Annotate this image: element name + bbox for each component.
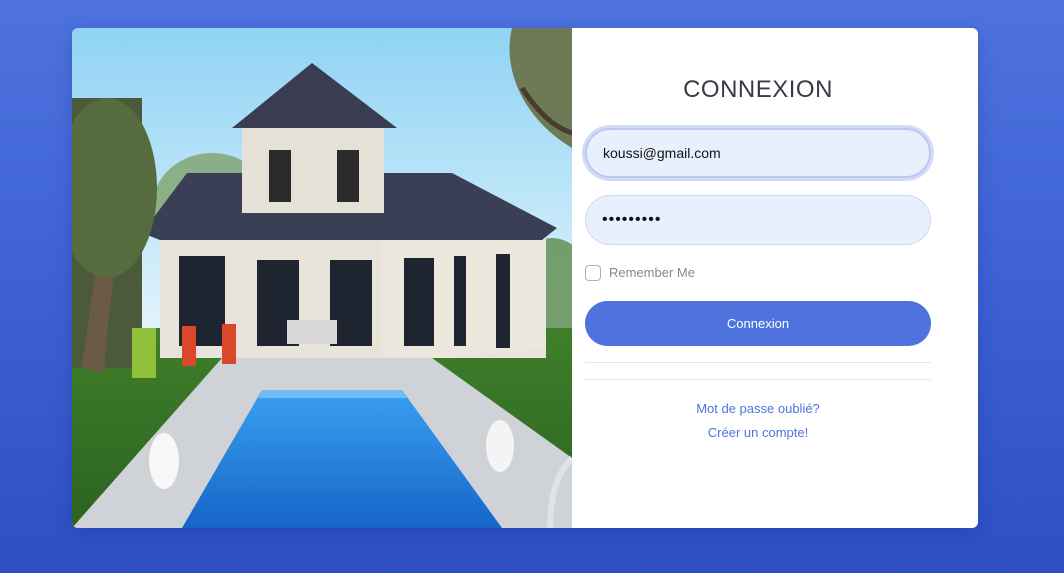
password-field[interactable]: ••••••••• <box>585 195 931 245</box>
login-button[interactable]: Connexion <box>585 301 931 346</box>
page-title: CONNEXION <box>683 76 833 103</box>
divider <box>585 362 931 363</box>
remember-me[interactable]: Remember Me <box>585 264 695 281</box>
house-pool-image <box>72 28 572 528</box>
create-account-link[interactable]: Créer un compte! <box>585 425 931 440</box>
remember-me-checkbox[interactable] <box>585 264 601 281</box>
forgot-password-link[interactable]: Mot de passe oublié? <box>585 401 931 416</box>
remember-me-label: Remember Me <box>609 265 695 280</box>
email-field[interactable]: koussi@gmail.com <box>585 128 931 178</box>
login-form: CONNEXION koussi@gmail.com ••••••••• Rem… <box>572 28 978 528</box>
divider <box>585 379 931 380</box>
login-card: CONNEXION koussi@gmail.com ••••••••• Rem… <box>72 28 978 528</box>
